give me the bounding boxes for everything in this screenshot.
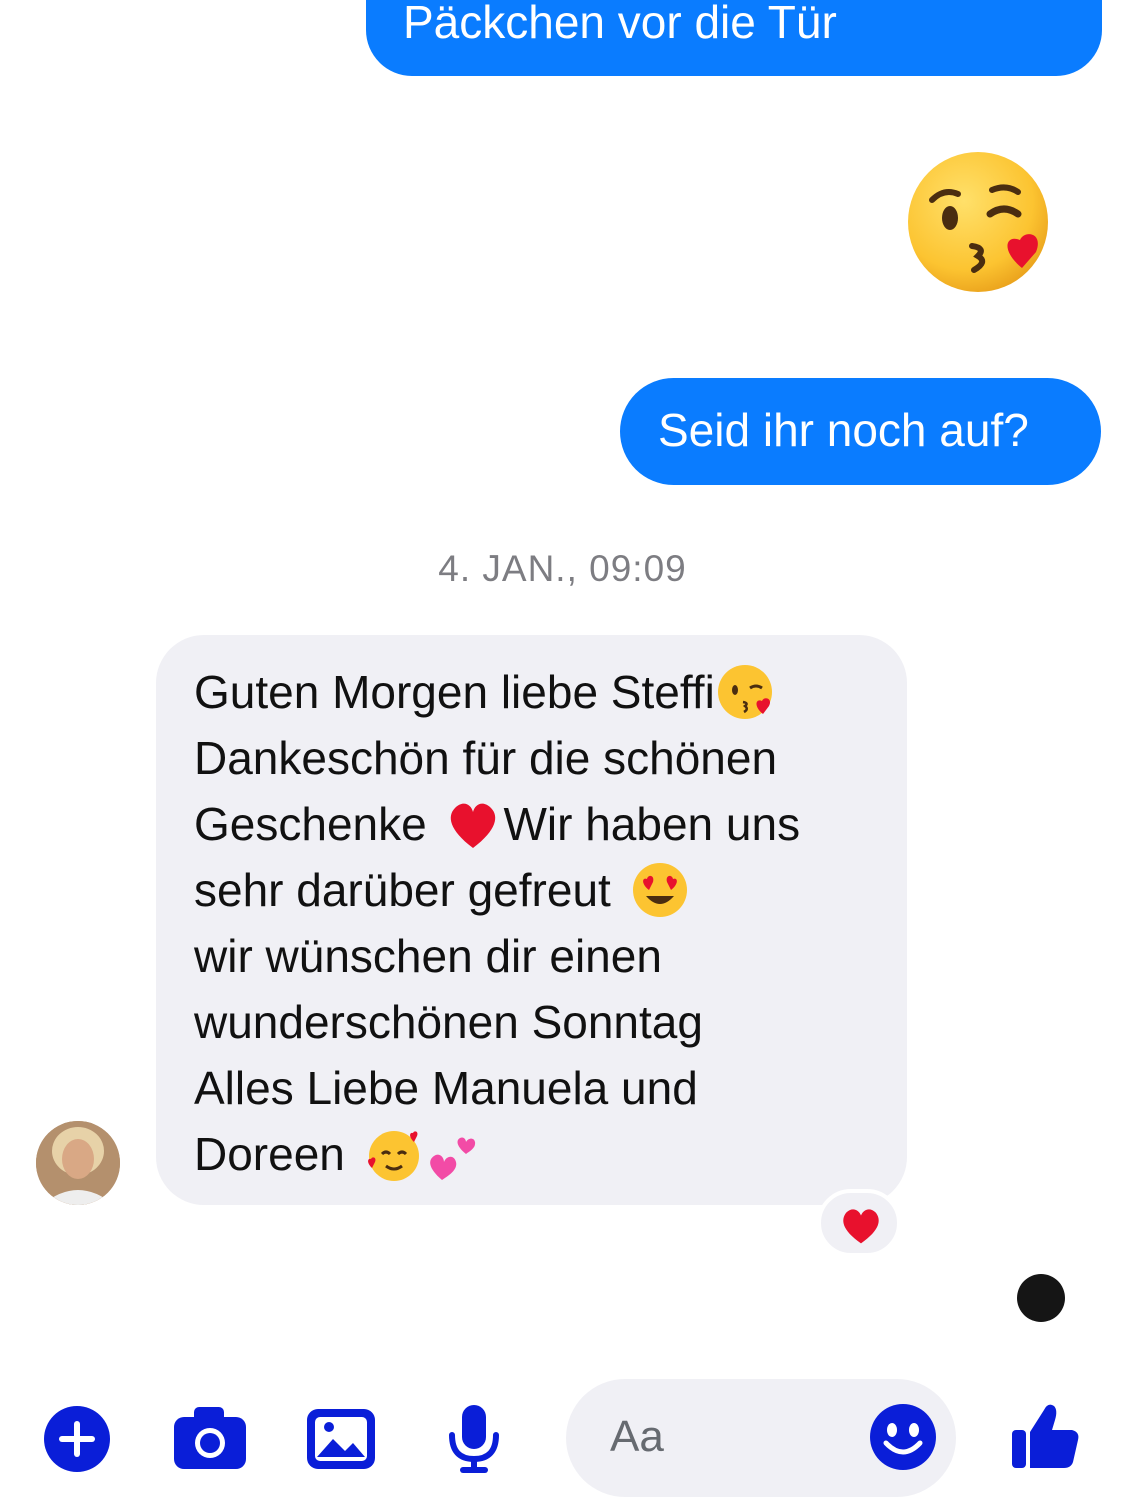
message-input[interactable] (610, 1405, 860, 1469)
plus-button[interactable] (43, 1397, 111, 1477)
message-composer[interactable] (566, 1379, 956, 1497)
message-line: wunderschönen Sonntag (194, 996, 703, 1048)
kissing-heart-emoji-icon (715, 662, 775, 722)
message-text: Seid ihr noch auf? (658, 404, 1029, 456)
message-line: Geschenke Wir haben uns (194, 791, 907, 857)
heart-eyes-emoji-icon (630, 860, 690, 920)
emoji-button[interactable] (869, 1403, 937, 1476)
heart-reaction[interactable] (817, 1189, 901, 1257)
kissing-heart-emoji-icon[interactable] (902, 150, 1058, 300)
gallery-icon (307, 1409, 375, 1469)
camera-icon (174, 1407, 246, 1469)
smiley-icon (870, 1404, 936, 1470)
plus-icon (44, 1406, 110, 1472)
message-line: wir wünschen dir einen (194, 930, 662, 982)
red-heart-emoji-icon (843, 1209, 879, 1244)
message-timestamp: 4. JAN., 09:09 (438, 548, 687, 589)
like-button[interactable] (1010, 1400, 1082, 1472)
message-line: Guten Morgen liebe Steffi (194, 659, 907, 725)
incoming-message-bubble[interactable]: Guten Morgen liebe Steffi Dankeschön für… (156, 635, 907, 1205)
two-hearts-emoji-icon (424, 1124, 484, 1184)
camera-button[interactable] (172, 1397, 248, 1477)
thumbs-up-icon (1012, 1404, 1079, 1468)
gallery-button[interactable] (305, 1397, 377, 1477)
outgoing-message-bubble[interactable]: Päckchen vor die Tür (366, 0, 1102, 76)
red-heart-emoji-icon (443, 794, 503, 854)
message-line: Dankeschön für die schönen (194, 732, 778, 784)
message-line: Doreen (194, 1121, 907, 1187)
microphone-button[interactable] (444, 1397, 504, 1477)
smiling-face-with-hearts-emoji-icon (364, 1124, 424, 1184)
message-text: Päckchen vor die Tür (403, 0, 837, 48)
microphone-icon (449, 1405, 499, 1473)
message-line: sehr darüber gefreut (194, 857, 907, 923)
seen-indicator (1017, 1274, 1065, 1322)
outgoing-message-bubble[interactable]: Seid ihr noch auf? (620, 378, 1101, 485)
avatar[interactable] (36, 1121, 120, 1205)
message-line: Alles Liebe Manuela und (194, 1062, 698, 1114)
